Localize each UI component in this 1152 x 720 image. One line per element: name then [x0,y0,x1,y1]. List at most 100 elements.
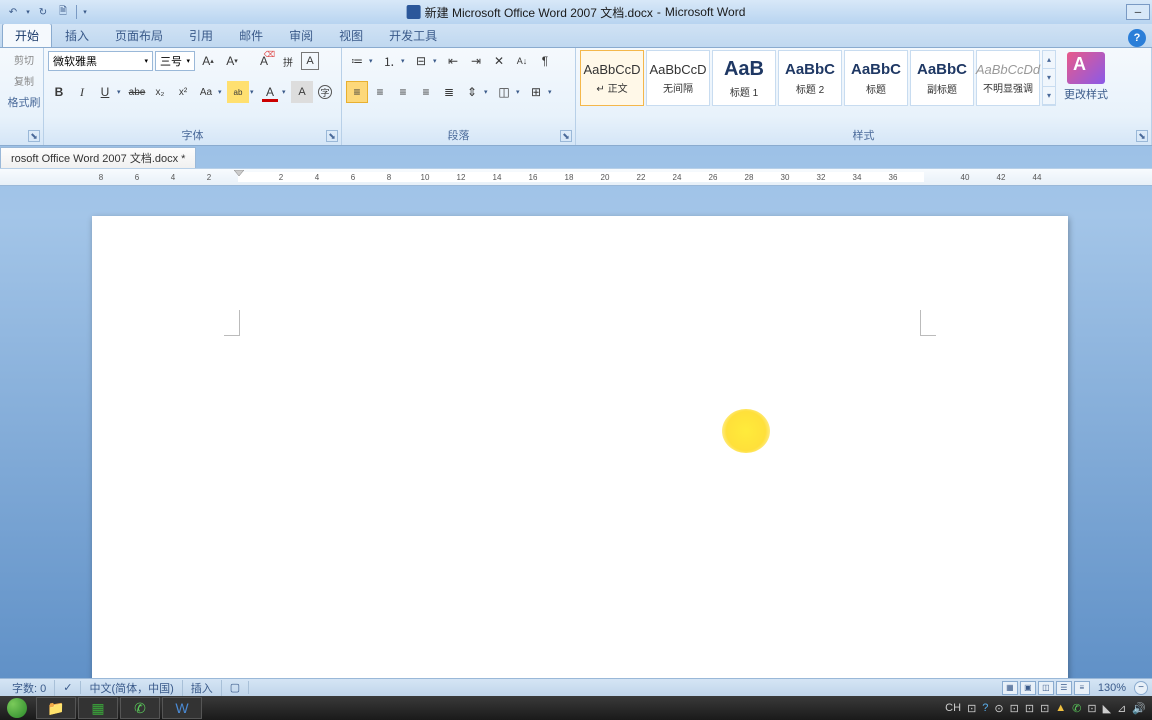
underline-button[interactable]: U [94,81,116,103]
bold-button[interactable]: B [48,81,70,103]
style-item[interactable]: AaBbC副标题 [910,50,974,106]
align-center-button[interactable]: ≡ [369,81,391,103]
distribute-button[interactable]: ≣ [438,81,460,103]
justify-button[interactable]: ≡ [415,81,437,103]
outline-view[interactable]: ☰ [1056,681,1072,695]
tab-layout[interactable]: 页面布局 [102,23,176,47]
increase-indent-button[interactable]: ⇥ [465,50,487,72]
multilevel-dropdown[interactable]: ▾ [433,57,441,65]
borders-button[interactable]: ⊞ [525,81,547,103]
change-styles-button[interactable]: 更改样式 [1062,50,1110,104]
tray-icon-7[interactable]: ▲ [1055,702,1066,714]
print-layout-view[interactable]: ▦ [1002,681,1018,695]
tray-icon-8[interactable]: ✆ [1072,702,1081,715]
ime-indicator[interactable]: CH [945,702,961,714]
tray-icon-5[interactable]: ⊡ [1025,702,1034,715]
superscript-button[interactable]: x² [172,81,194,103]
paragraph-launcher[interactable]: ⬊ [560,130,572,142]
tray-icon-10[interactable]: ◣ [1103,702,1111,715]
font-color-dropdown[interactable]: ▾ [282,88,290,96]
style-item[interactable]: AaBbC标题 [844,50,908,106]
styles-launcher[interactable]: ⬊ [1136,130,1148,142]
char-border-button[interactable]: A [301,52,319,70]
underline-dropdown[interactable]: ▾ [117,88,125,96]
tray-icon-9[interactable]: ⊡ [1087,702,1096,715]
macro-record[interactable]: ▢ [222,681,249,694]
char-shading-button[interactable]: A [291,81,313,103]
copy-button[interactable]: 复制 [12,71,36,90]
style-item[interactable]: AaB标题 1 [712,50,776,106]
tray-icon-1[interactable]: ⊡ [967,702,976,715]
tab-developer[interactable]: 开发工具 [376,23,450,47]
font-name-dropdown[interactable]: 微软雅黑▾ [48,51,153,71]
clipboard-launcher[interactable]: ⬊ [28,130,40,142]
tab-insert[interactable]: 插入 [52,23,102,47]
phonetic-guide-button[interactable]: 拼 [277,50,299,72]
asian-layout-button[interactable]: ✕ [488,50,510,72]
highlight-dropdown[interactable]: ▾ [250,88,258,96]
horizontal-ruler[interactable]: 8642246810121416182022242628303234364042… [0,168,1152,186]
align-right-button[interactable]: ≡ [392,81,414,103]
enclose-char-button[interactable]: 字 [314,81,336,103]
bullet-list-button[interactable]: ≔ [346,50,368,72]
redo-button[interactable]: ↻ [34,3,52,21]
styles-scroll[interactable]: ▴▾▾ [1042,50,1056,106]
grow-font-button[interactable]: A▴ [197,50,219,72]
document-tab[interactable]: rosoft Office Word 2007 文档.docx * [0,147,196,168]
style-item[interactable]: AaBbCcDd不明显强调 [976,50,1040,106]
cut-button[interactable]: 剪切 [12,50,36,69]
font-color-button[interactable]: A [259,81,281,103]
tab-home[interactable]: 开始 [2,23,52,47]
proofing-icon[interactable]: ✓ [55,681,81,694]
bullet-dropdown[interactable]: ▾ [369,57,377,65]
web-view[interactable]: ◫ [1038,681,1054,695]
style-item[interactable]: AaBbCcD无间隔 [646,50,710,106]
strike-button[interactable]: abe [126,81,148,103]
line-spacing-dropdown[interactable]: ▾ [484,88,492,96]
volume-icon[interactable]: 🔊 [1132,702,1146,715]
task-word[interactable]: W [162,697,202,719]
decrease-indent-button[interactable]: ⇤ [442,50,464,72]
clear-format-button[interactable]: A⌫ [253,50,275,72]
zoom-out-button[interactable]: − [1134,681,1148,695]
line-spacing-button[interactable]: ⇕ [461,81,483,103]
tab-view[interactable]: 视图 [326,23,376,47]
format-painter-button[interactable]: 格式刷 [6,92,43,112]
style-item[interactable]: AaBbCcD↵ 正文 [580,50,644,106]
insert-mode[interactable]: 插入 [183,680,222,696]
task-excel[interactable]: ▦ [78,697,118,719]
font-size-dropdown[interactable]: 三号▾ [155,51,195,71]
sort-button[interactable]: A↓ [511,50,533,72]
borders-dropdown[interactable]: ▾ [548,88,556,96]
change-case-button[interactable]: Aa [195,81,217,103]
print-preview-button[interactable]: 🗎 [54,3,72,21]
number-list-button[interactable]: ⒈ [378,50,400,72]
tray-icon-6[interactable]: ⊡ [1040,702,1049,715]
word-count[interactable]: 字数: 0 [4,680,55,696]
undo-dropdown[interactable]: ▾ [24,3,32,21]
tray-icon-4[interactable]: ⊡ [1010,702,1019,715]
font-launcher[interactable]: ⬊ [326,130,338,142]
show-marks-button[interactable]: ¶ [534,50,556,72]
subscript-button[interactable]: x₂ [149,81,171,103]
tab-mailings[interactable]: 邮件 [226,23,276,47]
number-dropdown[interactable]: ▾ [401,57,409,65]
qat-customize[interactable]: ▾ [81,3,89,21]
multilevel-list-button[interactable]: ⊟ [410,50,432,72]
document-area[interactable] [0,186,1152,680]
shrink-font-button[interactable]: A▾ [221,50,243,72]
help-button[interactable]: ? [1128,29,1146,47]
shading-button[interactable]: ◫ [493,81,515,103]
undo-button[interactable]: ↶ [4,3,22,21]
tray-icon-2[interactable]: ? [982,702,988,714]
shading-dropdown[interactable]: ▾ [516,88,524,96]
fullscreen-view[interactable]: ▣ [1020,681,1036,695]
tab-review[interactable]: 审阅 [276,23,326,47]
task-wechat[interactable]: ✆ [120,697,160,719]
highlight-button[interactable]: ab [227,81,249,103]
task-explorer[interactable]: 📁 [36,697,76,719]
tray-icon-3[interactable]: ⊙ [994,702,1003,715]
tab-references[interactable]: 引用 [176,23,226,47]
network-icon[interactable]: ⊿ [1117,702,1126,715]
first-line-indent-marker[interactable] [234,170,244,180]
